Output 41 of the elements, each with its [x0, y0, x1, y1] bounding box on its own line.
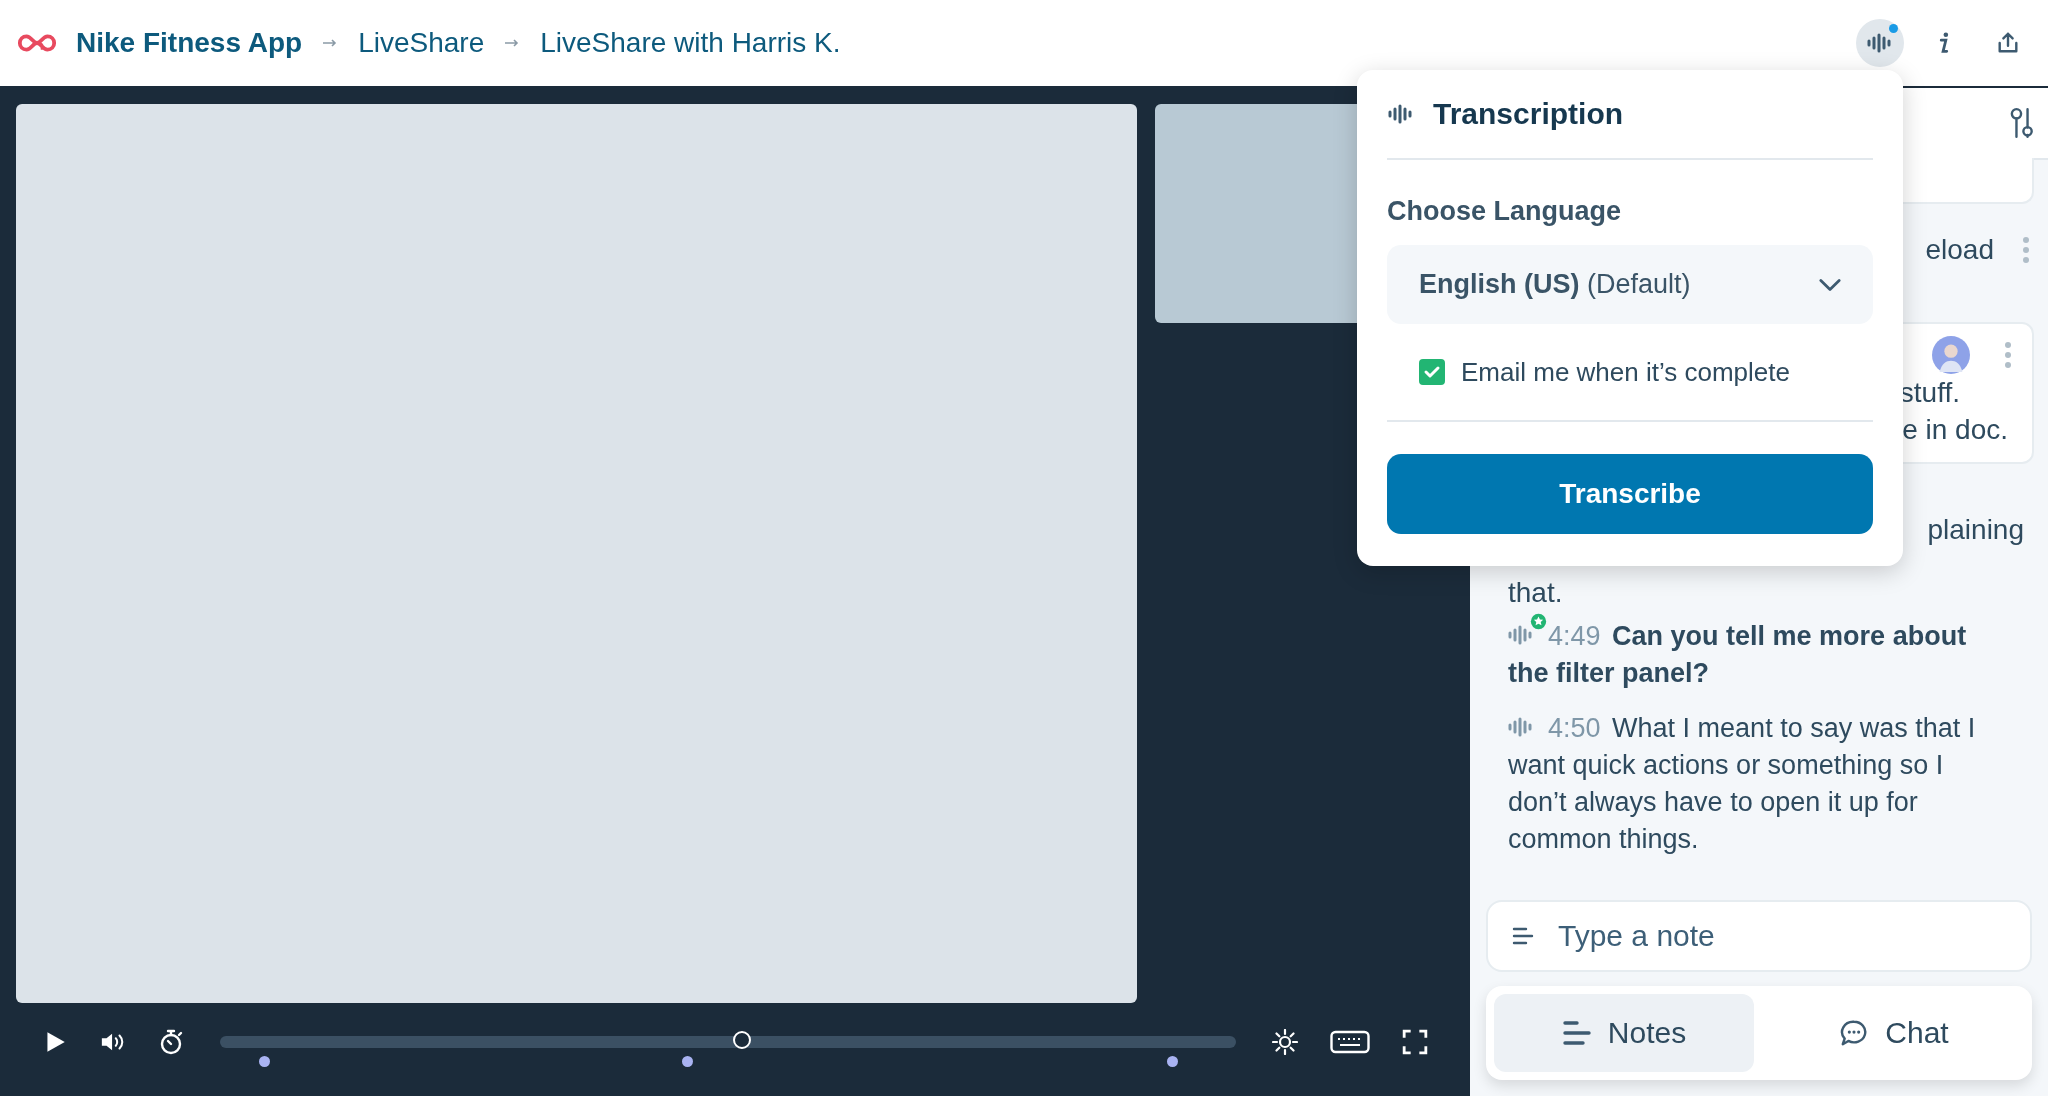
- transcribe-button[interactable]: Transcribe: [1387, 454, 1873, 534]
- note-text: eload: [1925, 234, 1994, 266]
- waveform-icon: [1508, 625, 1534, 645]
- breadcrumb-link[interactable]: LiveShare with Harris K.: [540, 27, 841, 59]
- notes-tab[interactable]: Notes: [1494, 994, 1754, 1072]
- field-label: Choose Language: [1387, 196, 1623, 227]
- waveform-icon: [1508, 717, 1534, 737]
- marker-dot[interactable]: [1167, 1055, 1178, 1067]
- note-text: that.: [1508, 578, 1563, 608]
- arrow-right-icon: [504, 38, 521, 48]
- note-text: e in doc.: [1902, 413, 2008, 447]
- filter-sliders-icon[interactable]: [2010, 107, 2034, 139]
- waveform-icon: [1387, 104, 1415, 124]
- share-icon: [1995, 31, 2021, 55]
- fullscreen-icon[interactable]: [1402, 1028, 1428, 1055]
- checkbox-label[interactable]: Email me when it’s complete: [1461, 356, 1790, 388]
- popup-title: Transcription: [1433, 97, 1624, 131]
- arrow-right-icon: [322, 38, 339, 48]
- avatar-icon: [1932, 336, 1970, 374]
- app-name[interactable]: Nike Fitness App: [76, 27, 303, 59]
- transcript-line: 4:50 What I meant to say was that I want quick actions or something so I don’t always have to open it up for common things.: [1508, 712, 1977, 856]
- note-text: stuff.: [1899, 376, 1960, 410]
- waveform-icon: [1867, 31, 1893, 55]
- progress-handle[interactable]: [733, 1030, 752, 1049]
- stopwatch-icon[interactable]: [158, 1028, 184, 1055]
- note-input[interactable]: Type a note: [1486, 900, 2032, 972]
- note-text: plaining: [1927, 514, 2024, 546]
- breadcrumb-link[interactable]: LiveShare: [358, 27, 485, 59]
- keyboard-icon[interactable]: [1330, 1028, 1370, 1055]
- chevron-down-icon: [1819, 277, 1841, 292]
- text-lines-icon: [1512, 927, 1534, 945]
- language-dropdown[interactable]: English (US) (Default): [1387, 245, 1873, 324]
- infinity-logo-icon: [16, 32, 58, 54]
- text-lines-icon: [1561, 1019, 1592, 1047]
- brightness-icon[interactable]: [1272, 1028, 1298, 1055]
- email-checkbox[interactable]: [1419, 359, 1445, 385]
- chat-tab[interactable]: Chat: [1764, 994, 2024, 1072]
- waveform-button[interactable]: [1856, 19, 1904, 67]
- transcript-line: 4:49 Can you tell me more about the filter panel?: [1508, 618, 1984, 692]
- marker-dot[interactable]: [682, 1055, 694, 1067]
- marker-dot[interactable]: [258, 1055, 270, 1067]
